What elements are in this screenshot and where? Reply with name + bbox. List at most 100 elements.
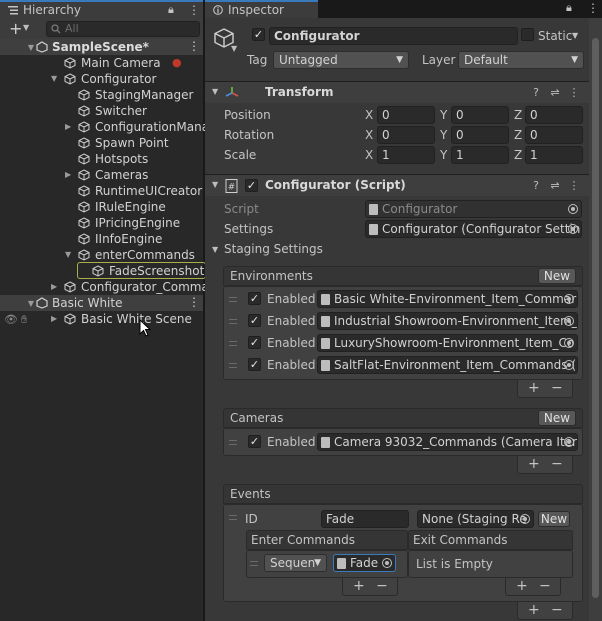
settings-object-field[interactable]: Configurator (Configurator Settin <box>365 220 582 238</box>
scene-row-sample[interactable]: ▼ SampleScene* ⋮ <box>0 39 203 55</box>
enabled-checkbox[interactable]: ✓ <box>248 336 261 349</box>
add-element-button[interactable]: + <box>353 578 365 594</box>
object-picker-icon[interactable] <box>564 437 574 447</box>
axis-z-label[interactable]: Z <box>514 148 522 162</box>
axis-x-label[interactable]: X <box>365 108 373 122</box>
expand-arrow-icon[interactable]: ▶ <box>51 314 57 323</box>
axis-z-label[interactable]: Z <box>514 128 522 142</box>
tree-item[interactable]: ▼ Configurator <box>0 71 203 87</box>
expand-arrow-icon[interactable]: ▼ <box>212 180 218 189</box>
expand-arrow-icon[interactable]: ▶ <box>51 282 57 291</box>
object-picker-icon[interactable] <box>564 360 574 370</box>
preset-sliders-icon[interactable]: ⇌ <box>548 179 562 193</box>
cameras-new-button[interactable]: New <box>538 410 576 426</box>
chevron-down-icon[interactable]: ▼ <box>231 44 237 53</box>
object-picker-icon[interactable] <box>564 338 574 348</box>
tree-item[interactable]: RuntimeUICreator <box>0 183 203 199</box>
axis-x-field[interactable]: 0 <box>377 106 435 124</box>
axis-z-field[interactable]: 0 <box>525 106 583 124</box>
axis-y-field[interactable]: 1 <box>451 146 509 164</box>
event-id-field[interactable]: Fade <box>321 510 409 528</box>
tree-item[interactable]: IRuleEngine <box>0 199 203 215</box>
tree-item[interactable]: ▶ Cameras <box>0 167 203 183</box>
tab-hierarchy[interactable]: Hierarchy 🔒︎ ⋮ <box>0 0 203 18</box>
object-name-field[interactable]: Configurator <box>269 27 518 45</box>
remove-element-button[interactable]: − <box>551 380 563 396</box>
object-picker-icon[interactable] <box>564 316 574 326</box>
axis-z-field[interactable]: 0 <box>525 126 583 144</box>
drag-handle-icon[interactable] <box>229 440 237 445</box>
remove-element-button[interactable]: − <box>376 578 388 594</box>
enabled-checkbox[interactable]: ✓ <box>248 358 261 371</box>
scene-row-basic-white[interactable]: ▼ Basic White ⋮ <box>0 295 203 311</box>
tree-item[interactable]: StagingManager <box>0 87 203 103</box>
help-icon[interactable]: ? <box>529 179 543 193</box>
drag-handle-icon[interactable] <box>229 297 237 302</box>
more-options-icon[interactable]: ⋮ <box>188 295 200 309</box>
more-options-icon[interactable]: ⋮ <box>587 1 599 15</box>
remove-element-button[interactable]: − <box>551 602 563 618</box>
axis-y-label[interactable]: Y <box>440 108 447 122</box>
axis-x-field[interactable]: 1 <box>377 146 435 164</box>
chevron-down-icon[interactable]: ▼ <box>572 31 578 40</box>
expand-arrow-icon[interactable]: ▶ <box>65 122 71 131</box>
axis-z-field[interactable]: 1 <box>525 146 583 164</box>
enabled-checkbox[interactable]: ✓ <box>248 292 261 305</box>
tree-item[interactable]: ▶ ConfigurationMana <box>0 119 209 135</box>
static-checkbox[interactable] <box>521 28 534 41</box>
axis-x-label[interactable]: X <box>365 148 373 162</box>
chevron-down-icon[interactable]: ▼ <box>23 23 29 32</box>
axis-z-label[interactable]: Z <box>514 108 522 122</box>
object-picker-icon[interactable] <box>520 514 530 524</box>
event-new-button[interactable]: New <box>538 511 570 527</box>
enter-command-object-field[interactable]: Fade <box>333 554 396 572</box>
more-options-icon[interactable]: ⋮ <box>188 39 200 53</box>
script-component-header[interactable]: ▼ # ✓ Configurator (Script) ? ⇌ ⋮ <box>205 174 602 196</box>
tree-item[interactable]: ▼ enterCommands <box>0 247 203 263</box>
expand-arrow-icon[interactable]: ▼ <box>0 299 36 308</box>
object-picker-icon[interactable] <box>382 558 392 568</box>
expand-arrow-icon[interactable]: ▼ <box>212 87 218 96</box>
remove-element-button[interactable]: − <box>539 578 551 594</box>
axis-y-label[interactable]: Y <box>440 128 447 142</box>
expand-arrow-icon[interactable]: ▶ <box>65 170 71 179</box>
tree-item[interactable]: Switcher <box>0 103 203 119</box>
enabled-checkbox[interactable]: ✓ <box>248 435 261 448</box>
item-object-field[interactable]: Industrial Showroom-Environment_Item_ <box>317 312 578 330</box>
tree-item[interactable]: ▶ Configurator_Commar <box>0 279 214 295</box>
tree-item[interactable]: Hotspots <box>0 151 203 167</box>
transform-header[interactable]: ▼ Transform ? ⇌ ⋮ <box>205 81 602 103</box>
event-staging-object-field[interactable]: None (Staging Re <box>417 510 534 528</box>
environments-new-button[interactable]: New <box>538 268 576 284</box>
drag-handle-icon[interactable] <box>229 319 237 324</box>
preset-sliders-icon[interactable]: ⇌ <box>548 86 562 100</box>
inspector-scrollbar[interactable] <box>589 18 602 621</box>
item-object-field[interactable]: Camera 93032_Commands (Camera Iter <box>317 433 578 451</box>
axis-x-label[interactable]: X <box>365 128 373 142</box>
add-element-button[interactable]: + <box>528 456 540 472</box>
staging-settings-label[interactable]: Staging Settings <box>224 242 323 256</box>
expand-arrow-icon[interactable]: ▼ <box>212 245 218 254</box>
enter-command-type-dropdown[interactable]: Sequen ▼ <box>264 554 327 572</box>
expand-arrow-icon[interactable]: ▼ <box>51 74 57 83</box>
axis-x-field[interactable]: 0 <box>377 126 435 144</box>
axis-y-field[interactable]: 0 <box>451 126 509 144</box>
active-checkbox[interactable]: ✓ <box>252 28 265 41</box>
tree-item[interactable]: Spawn Point <box>0 135 203 151</box>
tag-dropdown[interactable]: Untagged ▼ <box>273 51 409 69</box>
lock-icon[interactable]: 🔒︎ <box>566 1 572 15</box>
lock-icon[interactable]: 🔒︎ <box>168 3 174 17</box>
item-object-field[interactable]: Basic White-Environment_Item_Commar <box>317 290 578 308</box>
tree-item-basic-white-scene[interactable]: 👁︎ ✋︎ ▶ Basic White Scene <box>0 311 203 327</box>
help-icon[interactable]: ? <box>529 86 543 100</box>
more-options-icon[interactable]: ⋮ <box>188 3 200 17</box>
add-icon[interactable]: + <box>9 19 22 38</box>
expand-arrow-icon[interactable]: ▼ <box>65 250 71 259</box>
expand-arrow-icon[interactable]: ▼ <box>0 43 36 52</box>
search-input[interactable]: All <box>46 21 200 37</box>
script-enabled-checkbox[interactable]: ✓ <box>245 179 258 192</box>
item-object-field[interactable]: LuxuryShowroom-Environment_Item_Co <box>317 334 578 352</box>
drag-handle-icon[interactable] <box>229 363 237 368</box>
axis-y-label[interactable]: Y <box>440 148 447 162</box>
tree-item[interactable]: Main Camera ● <box>0 55 203 71</box>
